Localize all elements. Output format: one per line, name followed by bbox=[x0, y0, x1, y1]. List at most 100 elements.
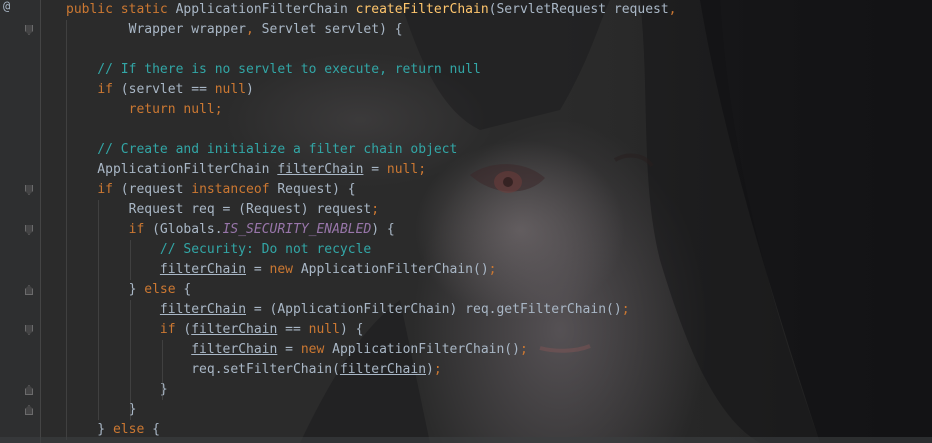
indent-guide bbox=[66, 20, 67, 440]
code-line[interactable]: filterChain = (ApplicationFilterChain) r… bbox=[66, 300, 926, 320]
code-token: Servlet servlet) { bbox=[261, 22, 403, 37]
code-token: Wrapper wrapper bbox=[66, 22, 247, 37]
code-line[interactable]: req.setFilterChain(filterChain); bbox=[66, 360, 926, 380]
fold-icon[interactable] bbox=[25, 405, 33, 415]
code-token: null bbox=[214, 82, 247, 97]
code-token: filterChain bbox=[339, 362, 427, 377]
code-token: instanceof bbox=[191, 182, 278, 197]
code-token: ) { bbox=[339, 322, 364, 337]
code-token: req.setFilterChain( bbox=[66, 362, 340, 377]
code-token: new bbox=[269, 262, 301, 277]
code-token: { bbox=[152, 422, 160, 437]
code-token: IS_SECURITY_ENABLED bbox=[222, 222, 372, 237]
code-line[interactable]: ApplicationFilterChain filterChain = nul… bbox=[66, 160, 926, 180]
code-token: else bbox=[112, 422, 153, 437]
fold-icon[interactable] bbox=[25, 185, 33, 195]
code-token: return null; bbox=[128, 102, 223, 117]
code-token: filterChain bbox=[191, 322, 278, 337]
code-token: , bbox=[668, 2, 677, 17]
indent-guide bbox=[162, 340, 163, 400]
code-line[interactable]: Request req = (Request) request; bbox=[66, 200, 926, 220]
code-line[interactable]: filterChain = new ApplicationFilterChain… bbox=[66, 340, 926, 360]
code-token: ; bbox=[488, 262, 497, 277]
code-token: ; bbox=[621, 302, 630, 317]
code-line[interactable]: // Create and initialize a filter chain … bbox=[66, 140, 926, 160]
code-token: ApplicationFilterChain() bbox=[300, 262, 489, 277]
code-line[interactable]: if (servlet == null) bbox=[66, 80, 926, 100]
code-token: ; bbox=[371, 202, 380, 217]
code-token: filterChain bbox=[277, 162, 364, 177]
fold-icon[interactable] bbox=[25, 385, 33, 395]
code-line[interactable]: public static ApplicationFilterChain cre… bbox=[66, 0, 926, 20]
override-marker-icon[interactable]: @ bbox=[3, 0, 10, 13]
code-token: // If there is no servlet to execute, re… bbox=[66, 62, 481, 77]
code-token: (Globals. bbox=[152, 222, 223, 237]
fold-icon[interactable] bbox=[25, 285, 33, 295]
code-token: ApplicationFilterChain() bbox=[332, 342, 520, 357]
code-token: ApplicationFilterChain bbox=[66, 162, 278, 177]
code-line[interactable]: if (Globals.IS_SECURITY_ENABLED) { bbox=[66, 220, 926, 240]
code-line[interactable]: // Security: Do not recycle bbox=[66, 240, 926, 260]
code-editor[interactable]: public static ApplicationFilterChain cre… bbox=[66, 0, 926, 440]
code-token: ; bbox=[519, 342, 528, 357]
code-token: else bbox=[144, 282, 184, 297]
code-line[interactable]: } else { bbox=[66, 280, 926, 300]
code-token: if bbox=[159, 322, 184, 337]
code-token: Request req = (Request) request bbox=[66, 202, 372, 217]
code-line[interactable]: Wrapper wrapper, Servlet servlet) { bbox=[66, 20, 926, 40]
code-line[interactable]: filterChain = new ApplicationFilterChain… bbox=[66, 260, 926, 280]
code-token: } bbox=[66, 402, 137, 417]
code-token: (request bbox=[120, 182, 192, 197]
code-token: filterChain bbox=[159, 302, 247, 317]
code-token: (ServletRequest request bbox=[488, 2, 669, 17]
code-token: if bbox=[128, 222, 153, 237]
code-token: // Security: Do not recycle bbox=[66, 242, 372, 257]
code-token: null; bbox=[386, 162, 427, 177]
code-line[interactable]: if (filterChain == null) { bbox=[66, 320, 926, 340]
code-token: , bbox=[246, 22, 262, 37]
code-token: ) { bbox=[371, 222, 395, 237]
indent-guide bbox=[130, 300, 131, 420]
code-line[interactable]: } bbox=[66, 400, 926, 420]
code-token: null bbox=[308, 322, 340, 337]
indent-guide bbox=[130, 240, 131, 280]
code-token: = (ApplicationFilterChain) req.getFilter… bbox=[246, 302, 622, 317]
code-token: filterChain bbox=[159, 262, 247, 277]
code-token: } bbox=[66, 282, 145, 297]
code-token: ApplicationFilterChain bbox=[175, 2, 356, 17]
code-token: { bbox=[183, 282, 192, 297]
code-line[interactable] bbox=[66, 40, 926, 60]
code-token: == bbox=[277, 322, 309, 337]
code-token: if bbox=[97, 182, 121, 197]
horizontal-scrollbar[interactable] bbox=[0, 437, 932, 443]
code-token: ) bbox=[426, 362, 434, 377]
code-line[interactable]: // If there is no servlet to execute, re… bbox=[66, 60, 926, 80]
code-token: } bbox=[66, 382, 168, 397]
code-token: createFilterChain bbox=[355, 2, 489, 17]
fold-icon[interactable] bbox=[25, 25, 33, 35]
code-token: = bbox=[363, 162, 387, 177]
code-token: = bbox=[246, 262, 270, 277]
code-line[interactable]: return null; bbox=[66, 100, 926, 120]
code-token: // Create and initialize a filter chain … bbox=[66, 142, 458, 157]
code-token: ) bbox=[246, 82, 254, 97]
code-line[interactable]: } bbox=[66, 380, 926, 400]
code-token: ; bbox=[433, 362, 442, 377]
code-token: public static bbox=[66, 2, 176, 17]
fold-icon[interactable] bbox=[25, 325, 33, 335]
code-token: } bbox=[66, 422, 113, 437]
fold-icon[interactable] bbox=[25, 225, 33, 235]
code-line[interactable] bbox=[66, 120, 926, 140]
code-token: (servlet == bbox=[120, 82, 215, 97]
code-line[interactable]: if (request instanceof Request) { bbox=[66, 180, 926, 200]
code-token: = bbox=[277, 342, 301, 357]
indent-guide bbox=[98, 200, 99, 420]
editor-gutter: @ bbox=[0, 0, 41, 443]
code-token: if bbox=[97, 82, 121, 97]
